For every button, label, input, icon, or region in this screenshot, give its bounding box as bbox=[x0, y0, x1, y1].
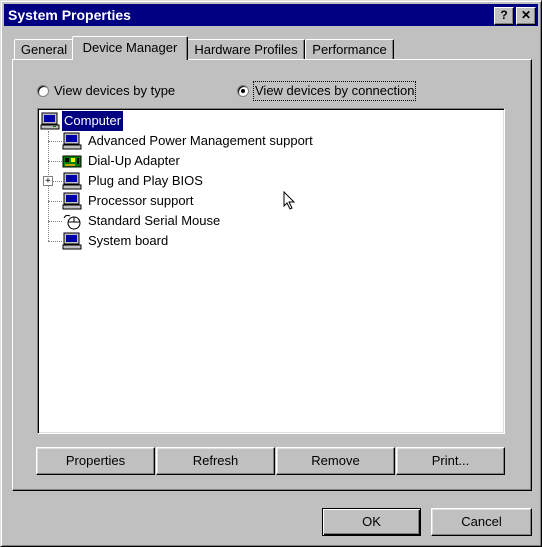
radio-selected bbox=[237, 85, 249, 97]
computer-icon bbox=[62, 172, 82, 190]
tree-item-label: Standard Serial Mouse bbox=[88, 213, 221, 228]
system-properties-window: System Properties ? ✕ General Device Man… bbox=[0, 0, 542, 547]
tab-device-manager[interactable]: Device Manager bbox=[72, 36, 188, 60]
print-button[interactable]: Print... bbox=[396, 447, 505, 475]
mouse-icon bbox=[62, 212, 82, 230]
tree-item-label: Dial-Up Adapter bbox=[88, 153, 180, 168]
cancel-button[interactable]: Cancel bbox=[431, 508, 532, 536]
help-button[interactable]: ? bbox=[494, 7, 514, 25]
computer-icon bbox=[62, 232, 82, 250]
tree-item-label: Advanced Power Management support bbox=[88, 133, 313, 148]
computer-icon bbox=[62, 132, 82, 150]
device-tree[interactable]: Computer Advanced Power Management suppo… bbox=[37, 108, 505, 434]
properties-button[interactable]: Properties bbox=[36, 447, 155, 475]
computer-icon bbox=[62, 192, 82, 210]
remove-button[interactable]: Remove bbox=[276, 447, 395, 475]
tab-device-manager-label: Device Manager bbox=[82, 40, 178, 55]
tab-hardware-profiles[interactable]: Hardware Profiles bbox=[187, 39, 305, 60]
close-button[interactable]: ✕ bbox=[516, 7, 536, 25]
view-by-type-label: View devices by type bbox=[54, 83, 176, 98]
tab-general[interactable]: General bbox=[14, 39, 74, 60]
mouse-cursor-icon bbox=[283, 191, 296, 210]
tree-item-label: Processor support bbox=[88, 193, 194, 208]
network-adapter-icon bbox=[62, 152, 82, 170]
tree-item-label: Plug and Play BIOS bbox=[88, 173, 203, 188]
tree-root-label: Computer bbox=[62, 111, 124, 131]
tab-general-label: General bbox=[20, 42, 68, 57]
view-by-connection-label: View devices by connection bbox=[252, 81, 417, 101]
device-manager-panel: View devices by type View devices by con… bbox=[12, 59, 532, 491]
tab-performance[interactable]: Performance bbox=[305, 39, 394, 60]
tree-item-label: System board bbox=[88, 233, 169, 248]
tab-hardware-profiles-label: Hardware Profiles bbox=[194, 42, 298, 57]
radio-unselected bbox=[37, 85, 49, 97]
tab-performance-label: Performance bbox=[312, 42, 387, 57]
expand-plus-icon[interactable]: + bbox=[43, 176, 53, 186]
ok-button[interactable]: OK bbox=[322, 508, 421, 536]
title-bar[interactable]: System Properties ? ✕ bbox=[4, 4, 538, 26]
refresh-button[interactable]: Refresh bbox=[156, 447, 275, 475]
window-title: System Properties bbox=[8, 7, 131, 23]
computer-icon bbox=[40, 112, 60, 130]
